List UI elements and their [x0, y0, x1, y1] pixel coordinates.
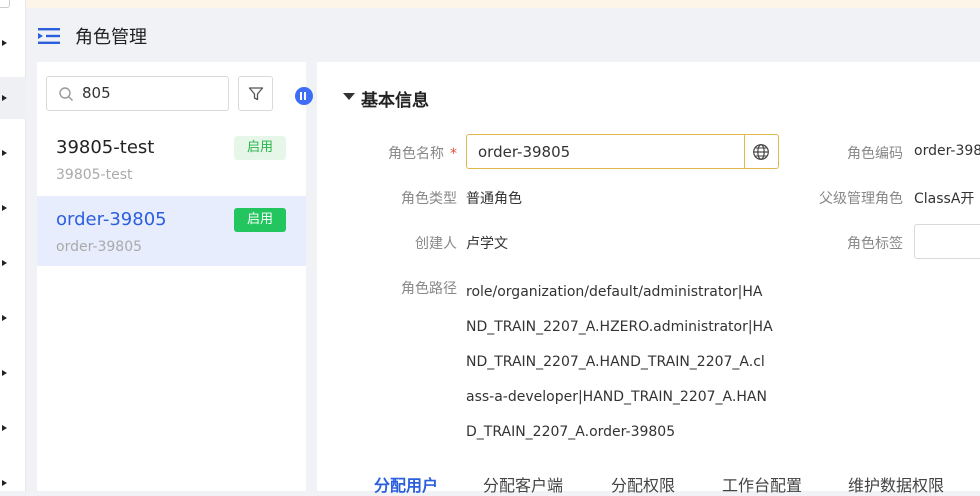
collapse-panel-icon[interactable] [295, 87, 313, 105]
nav-arrow-icon[interactable] [2, 205, 7, 211]
role-detail-panel: 基本信息 角色名称 * order-39805 角色编码 order-398 角色… [317, 62, 980, 495]
tab-data-permissions[interactable]: 维护数据权限 [848, 472, 944, 496]
nav-arrow-icon[interactable] [2, 40, 7, 46]
role-code-value: order-398 [914, 143, 980, 159]
search-value: 805 [82, 84, 111, 102]
tab-assign-users[interactable]: 分配用户 [374, 472, 438, 496]
role-code-label: 角色编码 [847, 146, 903, 162]
globe-icon[interactable] [752, 143, 770, 161]
creator-value: 卢学文 [466, 236, 508, 252]
filter-button[interactable] [238, 76, 273, 111]
parent-role-value: ClassA开 [914, 191, 975, 207]
nav-top-box[interactable] [0, 0, 10, 8]
filter-icon [248, 87, 264, 101]
role-name: order-39805 [56, 209, 167, 230]
top-notice-strip [0, 0, 980, 8]
status-badge: 启用 [234, 208, 286, 232]
parent-role-label: 父级管理角色 [819, 191, 903, 207]
list-item[interactable]: 39805-test 39805-test 启用 [37, 124, 306, 194]
list-item-selected[interactable]: order-39805 order-39805 启用 [37, 196, 306, 266]
nav-arrow-icon[interactable] [2, 150, 7, 156]
role-path-value: role/organization/default/administrator|… [466, 284, 773, 440]
nav-arrow-icon[interactable] [2, 95, 7, 101]
tab-workbench-config[interactable]: 工作台配置 [722, 472, 802, 496]
nav-arrow-icon[interactable] [2, 425, 7, 431]
tab-assign-permissions[interactable]: 分配权限 [611, 472, 675, 496]
nav-arrow-icon[interactable] [2, 370, 7, 376]
status-badge: 启用 [234, 136, 286, 160]
search-icon [59, 87, 73, 101]
role-path-label: 角色路径 [401, 281, 457, 297]
left-nav-rail [0, 0, 26, 491]
creator-label: 创建人 [415, 236, 457, 252]
tab-assign-clients[interactable]: 分配客户端 [483, 472, 563, 496]
role-type-label: 角色类型 [401, 191, 457, 207]
role-code: 39805-test [56, 167, 133, 183]
nav-arrow-icon[interactable] [2, 260, 7, 266]
search-input[interactable]: 805 [46, 76, 229, 111]
page-title: 角色管理 [75, 27, 147, 48]
role-name-label: 角色名称 * [388, 146, 457, 162]
role-list-panel: 805 39805-test 39805-test 启用 order-39805… [37, 62, 313, 491]
section-title: 基本信息 [361, 91, 429, 111]
nav-arrow-icon[interactable] [2, 315, 7, 321]
role-tag-input[interactable] [914, 224, 980, 259]
menu-fold-icon[interactable] [38, 28, 60, 44]
role-name: 39805-test [56, 137, 155, 158]
role-name-input[interactable]: order-39805 [466, 134, 779, 169]
role-name-value: order-39805 [478, 143, 571, 161]
role-code: order-39805 [56, 239, 143, 255]
page-header: 角色管理 [27, 8, 980, 62]
nav-arrow-icon[interactable] [2, 480, 7, 486]
role-tag-label: 角色标签 [847, 236, 903, 252]
role-type-value: 普通角色 [466, 191, 522, 207]
caret-down-icon[interactable] [343, 93, 355, 100]
